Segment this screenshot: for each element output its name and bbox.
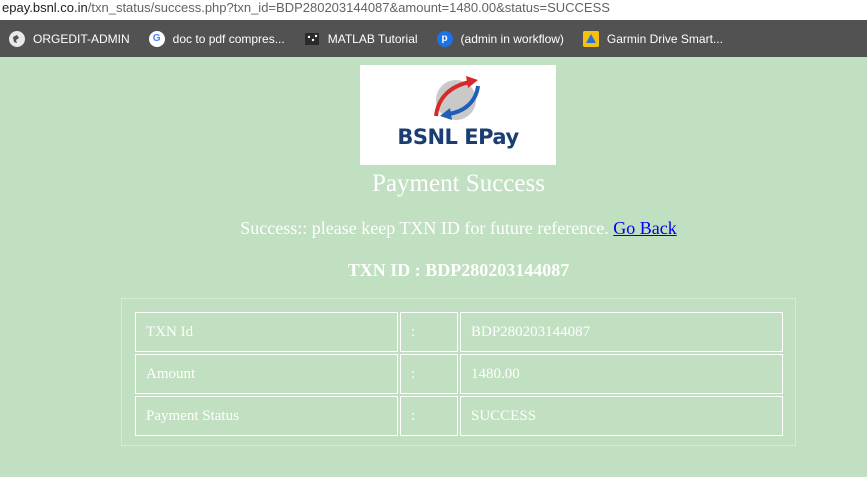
row-separator: : bbox=[400, 396, 458, 436]
url-path: /txn_status/success.php?txn_id=BDP280203… bbox=[87, 0, 610, 15]
bookmarks-bar: ORGEDIT-ADMIN G doc to pdf compres... MA… bbox=[0, 20, 867, 57]
details-panel: TXN Id : BDP280203144087 Amount : 1480.0… bbox=[121, 298, 796, 446]
row-value: BDP280203144087 bbox=[460, 312, 783, 352]
row-value: 1480.00 bbox=[460, 354, 783, 394]
go-back-link[interactable]: Go Back bbox=[613, 218, 676, 238]
success-message-line: Success:: please keep TXN ID for future … bbox=[0, 218, 867, 239]
table-row: TXN Id : BDP280203144087 bbox=[135, 312, 783, 352]
garmin-icon bbox=[582, 30, 599, 47]
bookmark-orgedit-admin[interactable]: ORGEDIT-ADMIN bbox=[9, 30, 130, 47]
bsnl-epay-logo: BSNL EPay bbox=[360, 65, 556, 165]
logo-text: BSNL EPay bbox=[397, 125, 519, 149]
row-separator: : bbox=[400, 312, 458, 352]
row-value: SUCCESS bbox=[460, 396, 783, 436]
bookmark-matlab-tutorial[interactable]: MATLAB Tutorial bbox=[304, 31, 418, 47]
row-separator: : bbox=[400, 354, 458, 394]
bookmark-label: Garmin Drive Smart... bbox=[606, 31, 723, 46]
success-message: Success:: please keep TXN ID for future … bbox=[240, 218, 609, 238]
txn-id-heading: TXN ID : BDP280203144087 bbox=[347, 260, 570, 280]
bsnl-emblem-icon bbox=[434, 76, 480, 120]
table-row: Payment Status : SUCCESS bbox=[135, 396, 783, 436]
matlab-icon bbox=[304, 31, 320, 47]
row-label: Payment Status bbox=[135, 396, 398, 436]
page-title: Payment Success bbox=[372, 170, 545, 197]
bookmark-doc-to-pdf[interactable]: G doc to pdf compres... bbox=[148, 30, 285, 47]
address-bar[interactable]: epay.bsnl.co.in/txn_status/success.php?t… bbox=[0, 0, 867, 20]
page-content: BSNL EPay Payment Success Success:: plea… bbox=[0, 57, 867, 477]
google-icon: G bbox=[148, 30, 165, 47]
url-host: epay.bsnl.co.in bbox=[2, 0, 88, 15]
details-table: TXN Id : BDP280203144087 Amount : 1480.0… bbox=[133, 310, 785, 438]
p-app-icon: p bbox=[436, 30, 453, 47]
bookmark-label: (admin in workflow) bbox=[460, 31, 564, 46]
bookmark-label: doc to pdf compres... bbox=[172, 31, 285, 46]
globe-icon bbox=[9, 30, 25, 47]
row-label: Amount bbox=[135, 354, 398, 394]
bookmark-garmin-drive[interactable]: Garmin Drive Smart... bbox=[582, 30, 723, 47]
bookmark-label: ORGEDIT-ADMIN bbox=[33, 31, 130, 46]
table-row: Amount : 1480.00 bbox=[135, 354, 783, 394]
row-label: TXN Id bbox=[135, 312, 398, 352]
bookmark-label: MATLAB Tutorial bbox=[327, 31, 418, 46]
bookmark-admin-workflow[interactable]: p (admin in workflow) bbox=[436, 30, 564, 47]
